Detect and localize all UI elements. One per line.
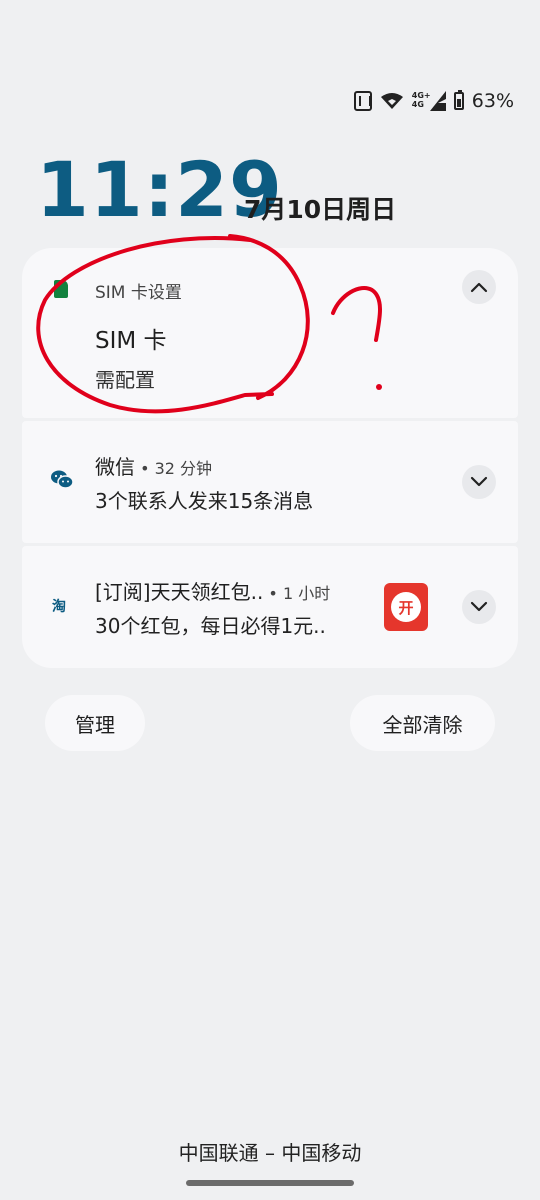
collapse-button[interactable] (462, 270, 496, 304)
hd-icon (353, 91, 372, 111)
clock-date: 7月10日周日 (244, 195, 397, 224)
battery-percent: 63% (471, 90, 514, 112)
notification-title: SIM 卡 (95, 328, 167, 354)
battery-icon (453, 90, 464, 110)
notification-time: • 1 小时 (263, 584, 331, 603)
home-indicator[interactable] (186, 1180, 354, 1186)
notification-time: • 32 分钟 (135, 459, 213, 478)
notification-thumbnail: 开 (384, 583, 428, 631)
expand-button[interactable] (462, 465, 496, 499)
wifi-icon (380, 93, 403, 109)
sim-card-icon (54, 280, 68, 298)
expand-button[interactable] (462, 590, 496, 624)
notification-app-name: SIM 卡设置 (95, 283, 182, 303)
notification-body: 3个联系人发来15条消息 (95, 489, 314, 513)
chevron-down-icon (470, 601, 488, 612)
clear-all-button[interactable]: 全部清除 (350, 695, 495, 751)
notification-body: 30个红包，每日必得1元.. (95, 614, 326, 638)
chevron-down-icon (470, 476, 488, 487)
signal-icon: 4G+ 4G (412, 91, 446, 111)
notification-taobao[interactable]: 淘 [订阅]天天领红包.. • 1 小时 30个红包，每日必得1元.. 开 (22, 546, 518, 668)
manage-button[interactable]: 管理 (45, 695, 145, 751)
notification-group: SIM 卡设置 SIM 卡 需配置 微信 • 32 分钟 3个联系人发来15条消… (22, 248, 518, 668)
thumbnail-label: 开 (391, 592, 421, 622)
notification-app-name: 微信 (95, 455, 135, 479)
status-bar: 4G+ 4G 63% (353, 88, 514, 114)
taobao-icon: 淘 (52, 599, 66, 615)
notification-body: 需配置 (95, 368, 155, 392)
chevron-up-icon (470, 282, 488, 293)
wechat-icon (51, 470, 74, 489)
network-type-label: 4G+ 4G (411, 91, 431, 109)
notification-title-line: [订阅]天天领红包.. • 1 小时 (95, 576, 330, 605)
carrier-label: 中国联通 – 中国移动 (178, 1141, 362, 1165)
notification-app-name: [订阅]天天领红包.. (95, 580, 264, 604)
notification-sim[interactable]: SIM 卡设置 SIM 卡 需配置 (22, 248, 518, 418)
notification-wechat[interactable]: 微信 • 32 分钟 3个联系人发来15条消息 (22, 421, 518, 543)
notification-title-line: 微信 • 32 分钟 (95, 451, 212, 480)
